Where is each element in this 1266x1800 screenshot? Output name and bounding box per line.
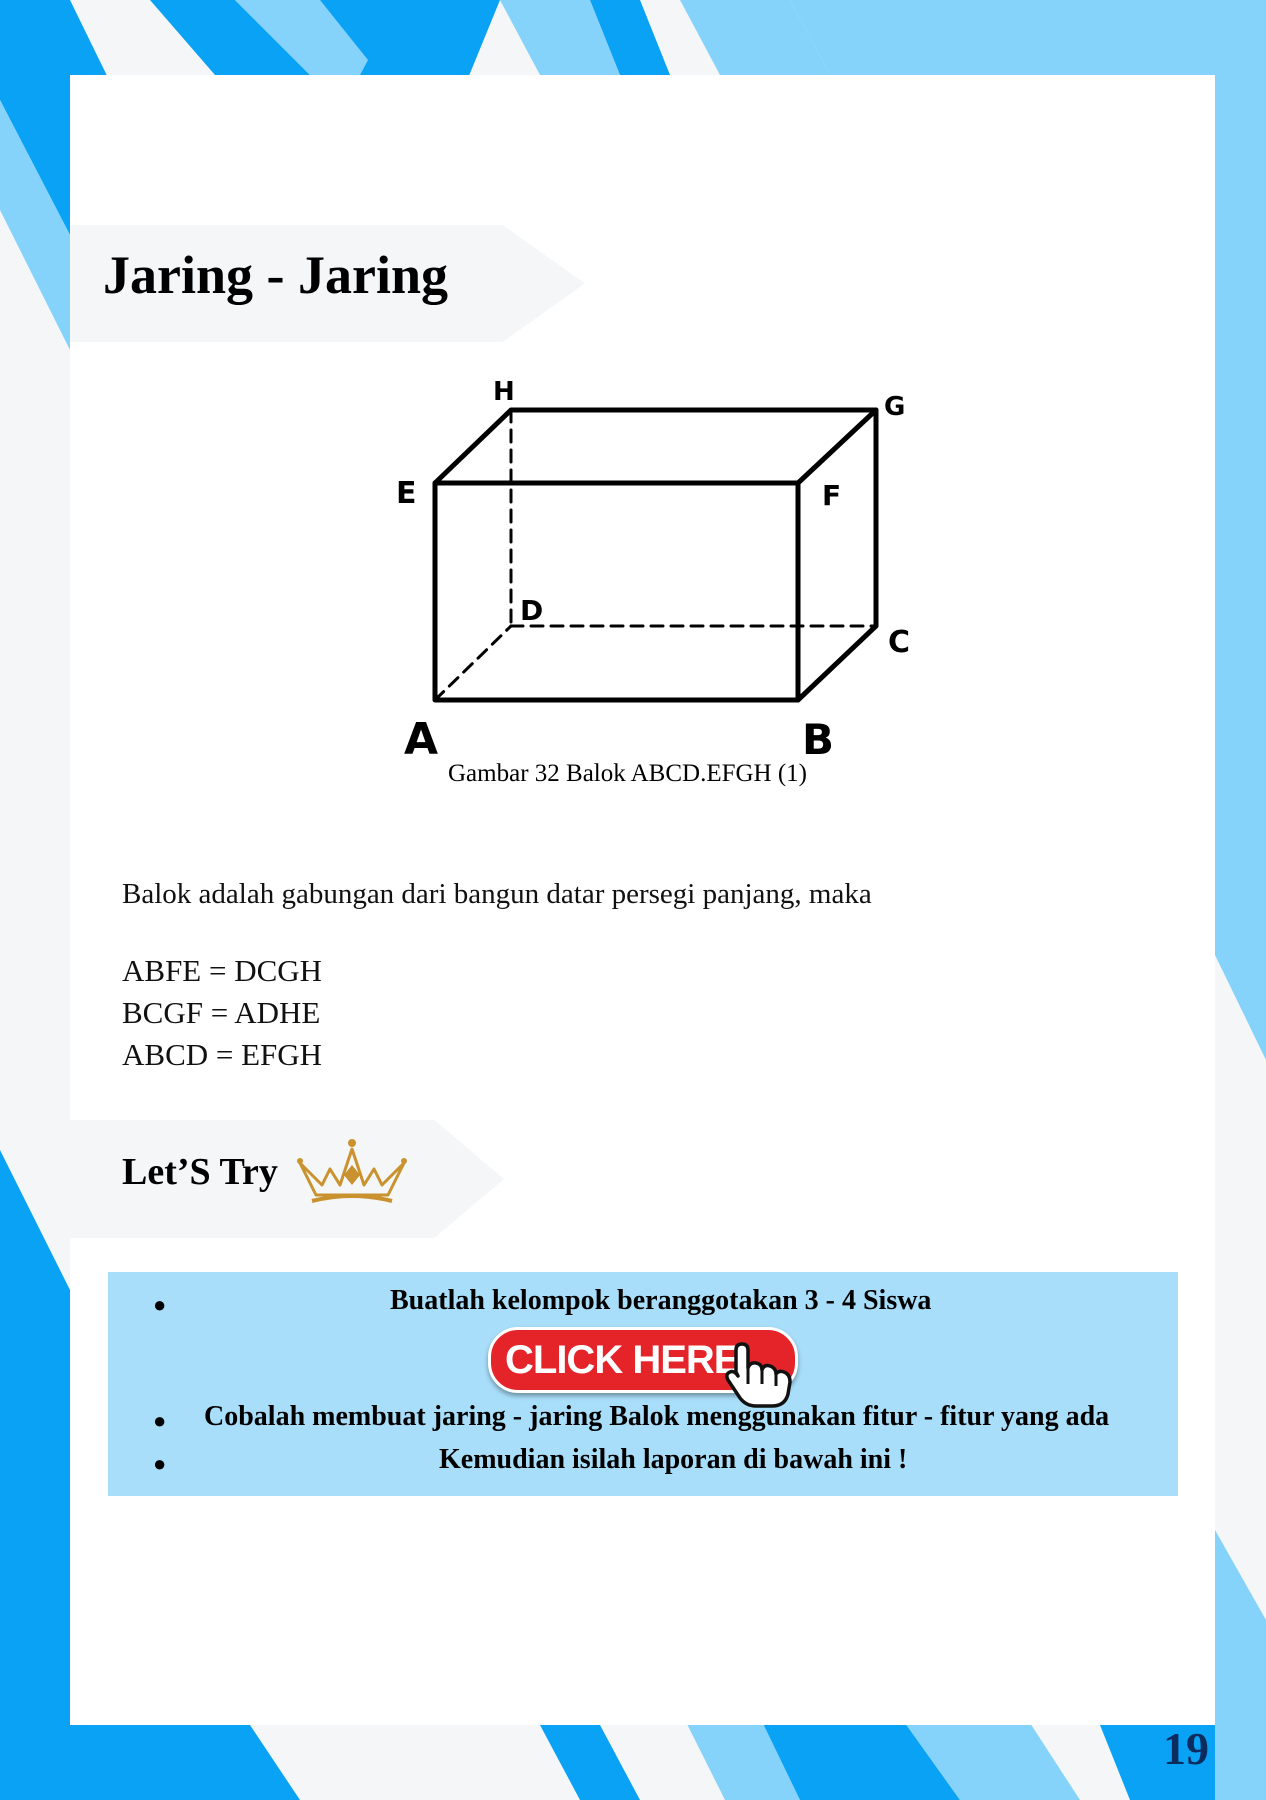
instruction-item: Buatlah kelompok beranggotakan 3 - 4 Sis…	[390, 1285, 932, 1316]
equation-item: BCGF = ADHE	[122, 995, 321, 1030]
page-number: 19	[1163, 1723, 1209, 1774]
equation-list: ABFE = DCGH BCGF = ADHE ABCD = EFGH	[122, 950, 322, 1076]
vertex-label-g: G	[884, 392, 905, 422]
crown-icon	[297, 1139, 407, 1203]
bullet-icon: ●	[153, 1408, 167, 1433]
instruction-item: Kemudian isilah laporan di bawah ini !	[439, 1444, 908, 1475]
equation-item: ABCD = EFGH	[122, 1037, 323, 1072]
page-title: Jaring - Jaring	[103, 245, 448, 305]
vertex-label-e: E	[396, 476, 417, 511]
intro-paragraph: Balok adalah gabungan dari bangun datar …	[122, 878, 872, 910]
pointer-hand-icon	[725, 1342, 792, 1408]
instruction-item: Cobalah membuat jaring - jaring Balok me…	[204, 1401, 1110, 1432]
vertex-label-f: F	[822, 479, 841, 512]
vertex-label-h: H	[493, 377, 515, 407]
vertex-label-b: B	[802, 715, 834, 760]
bullet-icon: ●	[153, 1292, 167, 1317]
bullet-icon: ●	[153, 1451, 167, 1476]
equation-item: ABFE = DCGH	[122, 953, 323, 988]
figure-caption: Gambar 32 Balok ABCD.EFGH (1)	[448, 760, 807, 787]
cuboid-figure: H G E F D C A B	[396, 377, 910, 760]
vertex-label-a: A	[404, 714, 438, 760]
section-heading: Let’S Try	[122, 1151, 278, 1193]
vertex-label-d: D	[520, 594, 543, 627]
vertex-label-c: C	[888, 625, 910, 660]
